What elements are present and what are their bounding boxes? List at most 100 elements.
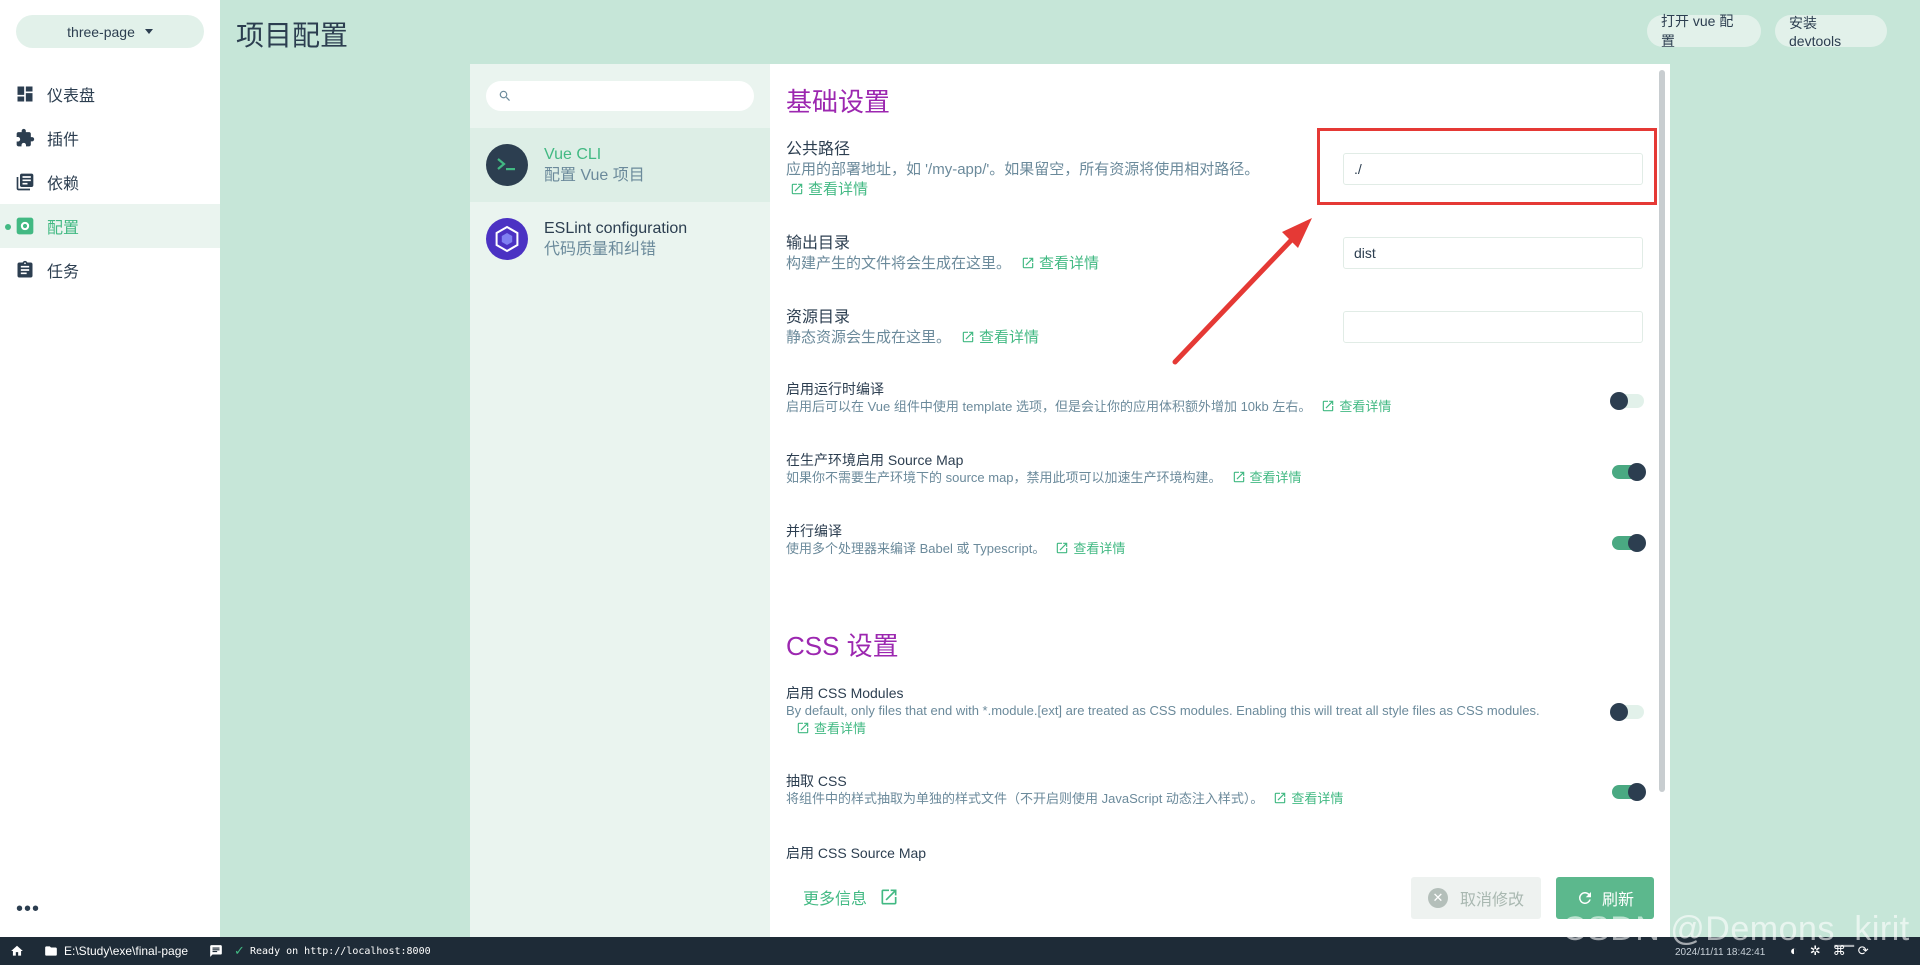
more-details-label: 查看详情 (979, 329, 1040, 346)
plugin-name: ESLint configuration (544, 220, 688, 237)
plugin-item-eslint[interactable]: ESLint configuration 代码质量和纠错 (470, 202, 770, 276)
check-icon: ✓ (234, 943, 245, 958)
external-link-icon (1275, 792, 1286, 804)
annotation-highlight-box (1317, 128, 1657, 205)
home-icon[interactable] (10, 944, 24, 958)
cancel-label: 取消修改 (1459, 892, 1524, 909)
folder-icon (45, 946, 57, 956)
gear-icon (16, 217, 34, 235)
assets-dir-input[interactable] (1343, 311, 1643, 343)
plugin-name: Vue CLI (544, 146, 602, 163)
project-path[interactable]: E:\Study\exe\final-page (64, 944, 188, 958)
setting-desc-text: 如果你不需要生产环境下的 source map，禁用此项可以加速生产环境构建。 (786, 470, 1222, 485)
plugin-desc: 代码质量和纠错 (544, 241, 657, 258)
setting-desc: 如果你不需要生产环境下的 source map，禁用此项可以加速生产环境构建。 查… (786, 469, 1646, 487)
external-link-icon (962, 331, 974, 343)
sidebar-item-label: 任务 (47, 264, 80, 281)
sidebar-item-label: 配置 (47, 220, 80, 237)
plugin-item-vue-cli[interactable]: Vue CLI 配置 Vue 项目 (470, 128, 770, 202)
setting-label: 启用 CSS Modules (786, 685, 904, 701)
sidebar-item-config[interactable]: 配置 (0, 204, 220, 248)
refresh-label: 刷新 (1601, 892, 1634, 909)
external-link-icon (1057, 542, 1068, 554)
toggle-knob (1610, 703, 1628, 721)
open-vue-config-button[interactable]: 打开 vue 配置 (1647, 13, 1761, 49)
setting-desc-text: By default, only files that end with *.m… (786, 703, 1540, 718)
external-link-icon (1233, 471, 1244, 483)
search-input[interactable] (486, 81, 754, 111)
more-details-link[interactable]: 查看详情 (1011, 255, 1099, 272)
setting-css-source-map: 启用 CSS Source Map (786, 844, 1646, 862)
caret-down-icon (144, 29, 153, 34)
prod-source-map-toggle[interactable] (1612, 463, 1646, 481)
refresh-icon (1578, 892, 1591, 904)
more-details-link[interactable]: 查看详情 (1311, 399, 1391, 414)
more-info-row: 查看详情 (786, 180, 1306, 200)
more-details-label: 查看详情 (808, 181, 869, 198)
sidebar-item-dashboard[interactable]: 仪表盘 (0, 72, 220, 116)
more-details-label: 查看详情 (814, 721, 867, 736)
more-details-link[interactable]: 查看详情 (1222, 470, 1302, 485)
runtime-compiler-toggle[interactable] (1610, 392, 1644, 410)
more-details-label: 查看详情 (1339, 399, 1392, 414)
setting-public-path: 公共路径 应用的部署地址，如 '/my-app/'。如果留空，所有资源将使用相对… (786, 140, 1306, 200)
setting-label: 抽取 CSS (786, 773, 847, 789)
install-devtools-button[interactable]: 安装 devtools (1775, 15, 1887, 49)
setting-label: 启用 CSS Source Map (786, 845, 927, 861)
cancel-changes-button[interactable]: ✕ 取消修改 (1411, 877, 1541, 919)
plugin-list: Vue CLI 配置 Vue 项目 ESLint configuration 代… (470, 64, 770, 937)
more-details-link[interactable]: 查看详情 (1263, 791, 1343, 806)
sidebar-item-dependencies[interactable]: 依赖 (0, 160, 220, 204)
log-icon[interactable] (208, 944, 224, 958)
more-info-label: 更多信息 (803, 891, 868, 908)
external-link-icon (791, 183, 803, 195)
external-link-icon (1323, 400, 1334, 412)
toggle-knob (1610, 392, 1628, 410)
setting-desc: 使用多个处理器来编译 Babel 或 Typescript。 查看详情 (786, 540, 1646, 558)
parallel-toggle[interactable] (1612, 534, 1646, 552)
setting-label: 并行编译 (786, 523, 842, 539)
puzzle-icon (16, 128, 35, 147)
setting-parallel: 并行编译 使用多个处理器来编译 Babel 或 Typescript。 查看详情 (786, 522, 1646, 558)
more-menu-button[interactable]: ••• (16, 898, 40, 921)
external-link-icon (1022, 257, 1034, 269)
project-selector[interactable]: three-page (16, 15, 204, 48)
more-details-label: 查看详情 (1073, 541, 1126, 556)
more-details-link[interactable]: 查看详情 (951, 329, 1039, 346)
setting-prod-source-map: 在生产环境启用 Source Map 如果你不需要生产环境下的 source m… (786, 451, 1646, 487)
section-title-basic: 基础设置 (786, 87, 891, 117)
sidebar-item-label: 依赖 (47, 176, 80, 193)
search-icon (499, 90, 510, 101)
setting-desc: 应用的部署地址，如 '/my-app/'。如果留空，所有资源将使用相对路径。 (786, 160, 1306, 180)
section-title-css: CSS 设置 (786, 631, 899, 661)
close-icon: ✕ (1427, 888, 1448, 908)
output-dir-input[interactable]: dist (1343, 237, 1643, 269)
more-info-link[interactable]: 更多信息 (803, 885, 899, 909)
toggle-knob (1628, 463, 1646, 481)
clipboard-icon (17, 260, 33, 278)
css-modules-toggle[interactable] (1610, 703, 1644, 721)
more-details-link[interactable]: 查看详情 (786, 181, 868, 198)
eslint-logo-icon (486, 218, 528, 260)
setting-label: 启用运行时编译 (786, 381, 884, 397)
setting-desc-text: 构建产生的文件将会生成在这里。 (786, 255, 1012, 272)
setting-desc-text: 使用多个处理器来编译 Babel 或 Typescript。 (786, 541, 1046, 556)
sidebar: three-page 仪表盘 插件 依赖 配置 任务 ••• (0, 0, 220, 937)
setting-desc: 启用后可以在 Vue 组件中使用 template 选项，但是会让你的应用体积额… (786, 398, 1646, 416)
sidebar-item-plugins[interactable]: 插件 (0, 116, 220, 160)
more-details-label: 查看详情 (1039, 255, 1100, 272)
scrollbar[interactable] (1659, 70, 1665, 792)
toggle-knob (1628, 534, 1646, 552)
more-details-link[interactable]: 查看详情 (1045, 541, 1125, 556)
setting-desc: By default, only files that end with *.m… (786, 702, 1546, 738)
setting-desc-text: 将组件中的样式抽取为单独的样式文件（不开启则使用 JavaScript 动态注入… (786, 791, 1264, 806)
more-details-label: 查看详情 (1291, 791, 1344, 806)
project-name: three-page (67, 23, 135, 40)
extract-css-toggle[interactable] (1612, 783, 1646, 801)
more-details-link[interactable]: 查看详情 (786, 721, 866, 736)
setting-label: 在生产环境启用 Source Map (786, 452, 964, 468)
plugin-desc: 配置 Vue 项目 (544, 167, 645, 184)
active-indicator (5, 224, 11, 230)
sidebar-nav: 仪表盘 插件 依赖 配置 任务 (0, 72, 220, 292)
sidebar-item-tasks[interactable]: 任务 (0, 248, 220, 292)
